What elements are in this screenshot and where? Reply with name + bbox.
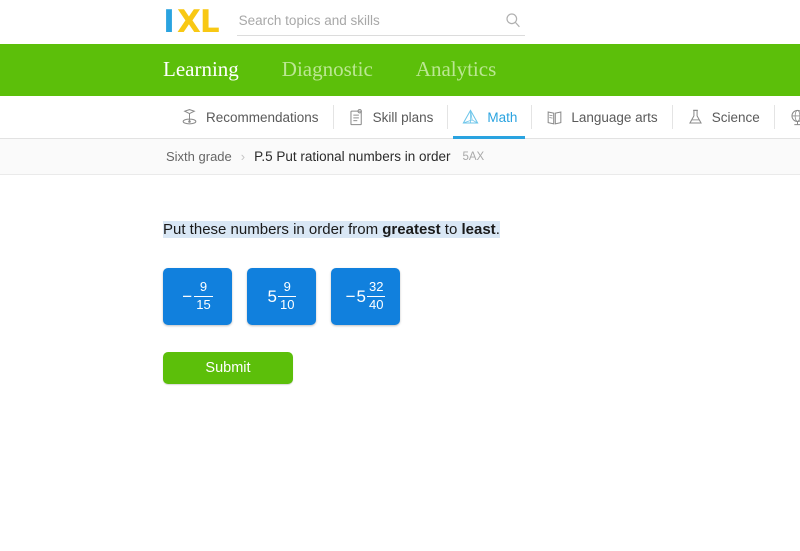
recommendations-icon <box>182 108 197 124</box>
flask-icon <box>688 109 702 124</box>
subnav-item-social-studies[interactable]: Social studies <box>773 96 800 138</box>
ixl-logo[interactable]: I XL <box>163 3 220 40</box>
question-text-middle: to <box>440 221 462 238</box>
subnav-label-skill-plans: Skill plans <box>372 109 434 125</box>
subnav-item-language-arts[interactable]: Language arts <box>531 96 671 138</box>
card-fraction: 32 40 <box>366 278 386 313</box>
breadcrumb: Sixth grade › P.5 Put rational numbers i… <box>0 139 800 175</box>
question-emphasis-greatest: greatest <box>382 221 441 238</box>
question-emphasis-least: least <box>461 221 496 238</box>
card-denominator: 40 <box>368 297 384 313</box>
subnav-item-math[interactable]: Math <box>447 96 531 139</box>
breadcrumb-grade[interactable]: Sixth grade <box>166 149 232 164</box>
math-pyramid-icon <box>462 108 479 124</box>
subnav-label-math: Math <box>487 109 518 125</box>
nav-item-learning[interactable]: Learning <box>163 57 239 106</box>
search-icon[interactable] <box>505 12 521 28</box>
breadcrumb-skill[interactable]: P.5 Put rational numbers in order <box>254 149 450 164</box>
breadcrumb-separator-icon: › <box>240 149 246 164</box>
number-expression: − 9 15 <box>182 278 213 313</box>
subnav-item-science[interactable]: Science <box>671 96 774 138</box>
card-denominator: 10 <box>280 297 295 313</box>
logo-letters-xl: XL <box>177 3 220 40</box>
skill-plans-icon <box>350 108 362 125</box>
question-line: Put these numbers in order from greatest… <box>163 219 800 241</box>
card-numerator: 9 <box>199 278 208 294</box>
card-denominator: 15 <box>196 297 211 313</box>
subnav-item-recommendations[interactable]: Recommendations <box>166 96 333 138</box>
question-text-after: . <box>495 221 500 238</box>
card-fraction: 9 10 <box>278 278 297 313</box>
book-icon <box>548 110 562 124</box>
globe-icon <box>791 109 800 125</box>
question-text: Put these numbers in order from greatest… <box>163 221 500 238</box>
number-cards-list: − 9 15 5 9 10 − 5 32 40 <box>163 268 800 325</box>
breadcrumb-skill-code: 5AX <box>462 150 485 163</box>
question-text-before: Put these numbers in order from <box>163 221 383 238</box>
card-numerator: 9 <box>283 278 291 294</box>
secondary-nav: Recommendations Skill plans Math Languag… <box>0 96 800 139</box>
number-card[interactable]: − 5 32 40 <box>331 268 400 325</box>
top-bar: I XL <box>0 0 800 44</box>
logo-letter-i: I <box>163 3 175 40</box>
card-numerator: 32 <box>368 278 384 294</box>
card-whole: 5 <box>267 287 277 306</box>
card-sign: − <box>182 287 193 306</box>
subnav-label-science: Science <box>711 109 760 125</box>
main-content: Put these numbers in order from greatest… <box>0 175 800 384</box>
subnav-label-recommendations: Recommendations <box>206 109 319 125</box>
submit-button[interactable]: Submit <box>163 352 293 384</box>
card-fraction: 9 15 <box>194 278 213 313</box>
number-expression: 5 9 10 <box>267 278 297 313</box>
card-sign: − <box>345 287 356 306</box>
number-card[interactable]: − 9 15 <box>163 268 232 325</box>
subnav-item-skill-plans[interactable]: Skill plans <box>332 96 448 138</box>
nav-item-diagnostic[interactable]: Diagnostic <box>282 57 373 84</box>
card-whole: 5 <box>356 287 366 306</box>
number-card[interactable]: 5 9 10 <box>247 268 316 325</box>
number-expression: − 5 32 40 <box>345 278 386 313</box>
nav-item-analytics[interactable]: Analytics <box>416 57 496 84</box>
primary-nav: Learning Diagnostic Analytics <box>0 44 800 106</box>
search-box[interactable] <box>236 8 525 36</box>
subnav-label-language-arts: Language arts <box>571 109 658 125</box>
search-input[interactable] <box>236 13 487 30</box>
